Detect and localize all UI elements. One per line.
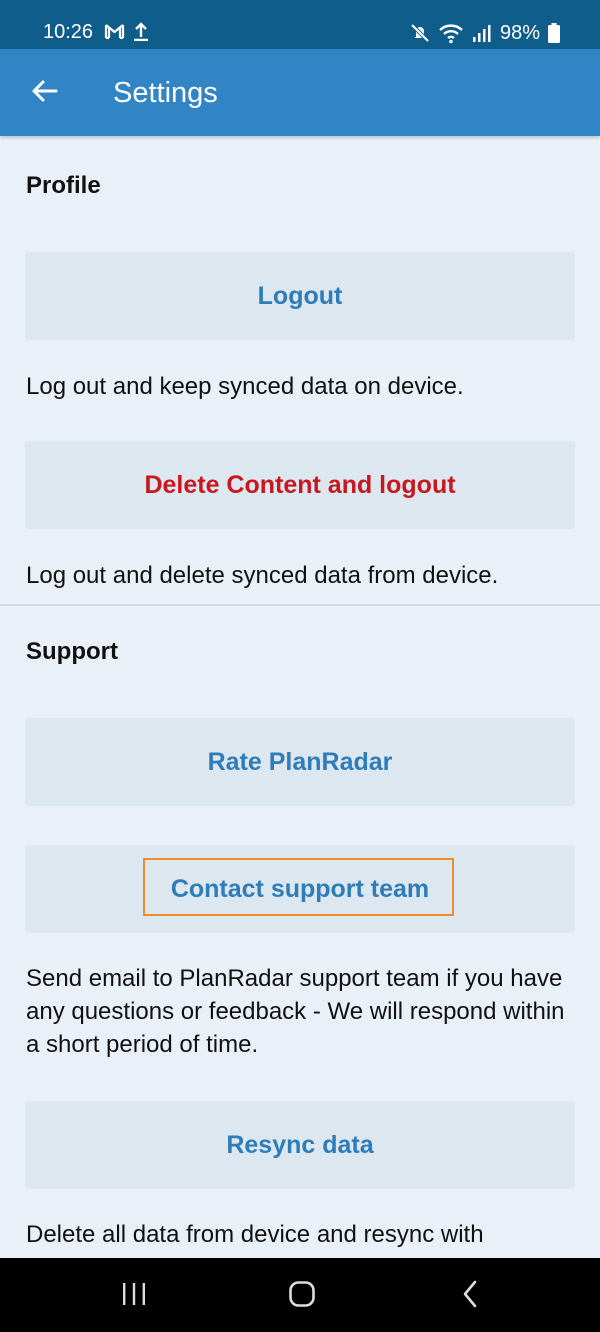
profile-section-title: Profile	[26, 172, 101, 199]
delete-content-logout-button[interactable]: Delete Content and logout	[25, 441, 575, 529]
logout-button[interactable]: Logout	[25, 252, 575, 340]
home-icon	[288, 1280, 316, 1313]
app-bar: Settings	[0, 49, 600, 136]
system-back-button[interactable]	[448, 1278, 492, 1314]
resync-data-button[interactable]: Resync data	[25, 1101, 575, 1189]
contact-support-button[interactable]: Contact support team	[25, 845, 575, 933]
gmail-icon	[104, 23, 125, 44]
recent-apps-icon	[120, 1282, 148, 1311]
rate-planradar-button[interactable]: Rate PlanRadar	[25, 718, 575, 806]
system-nav-bar	[0, 1258, 600, 1332]
page-title: Settings	[113, 77, 218, 109]
home-button[interactable]	[280, 1278, 324, 1314]
status-time: 10:26	[43, 21, 94, 43]
resync-data-description: Delete all data from device and resync w…	[26, 1221, 484, 1248]
upload-icon	[133, 21, 149, 46]
support-section-title: Support	[26, 638, 118, 665]
status-left-icons	[104, 21, 149, 46]
mute-icon	[410, 23, 430, 43]
logout-description: Log out and keep synced data on device.	[26, 373, 464, 400]
back-icon	[460, 1280, 480, 1313]
delete-content-description: Log out and delete synced data from devi…	[26, 562, 499, 589]
signal-icon	[472, 23, 492, 43]
settings-content[interactable]: Profile Logout Log out and keep synced d…	[0, 136, 600, 1258]
contact-support-description: Send email to PlanRadar support team if …	[26, 965, 565, 1058]
wifi-icon	[438, 22, 464, 44]
arrow-left-icon	[30, 79, 58, 108]
battery-icon	[548, 23, 560, 43]
recent-apps-button[interactable]	[112, 1278, 156, 1314]
back-button[interactable]	[22, 71, 66, 115]
status-right-icons: 98%	[410, 20, 560, 46]
battery-percent: 98%	[499, 21, 540, 44]
status-bar: 10:26 98%	[0, 0, 600, 49]
section-divider	[0, 604, 600, 606]
